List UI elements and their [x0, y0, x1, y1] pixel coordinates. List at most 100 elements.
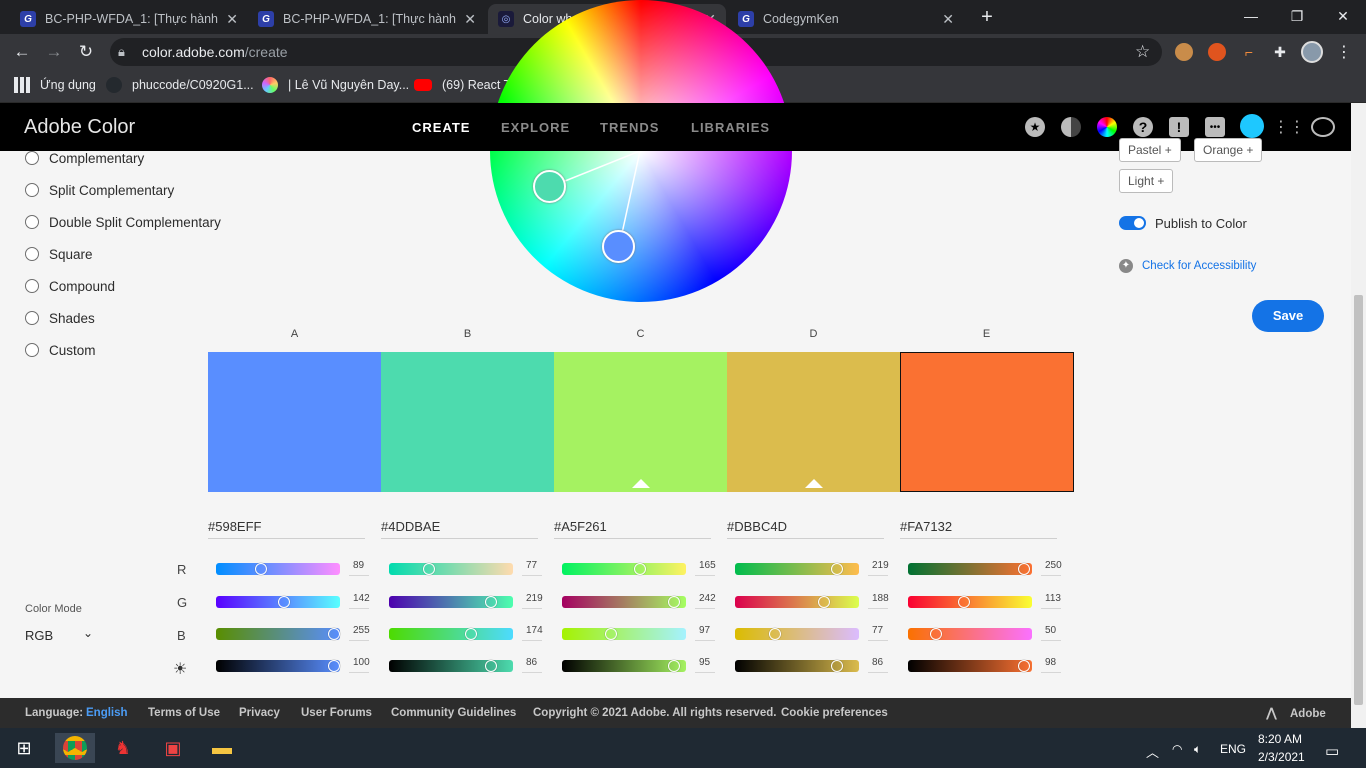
- color-wheel-icon[interactable]: [1097, 117, 1117, 137]
- dark-mode-icon[interactable]: [1061, 117, 1081, 137]
- channel-value[interactable]: 77: [872, 625, 883, 636]
- back-icon[interactable]: ←: [12, 42, 32, 62]
- channel-slider-g[interactable]: [908, 596, 1032, 608]
- guidelines-link[interactable]: Community Guidelines: [391, 707, 516, 719]
- extensions-puzzle-icon[interactable]: ✚: [1271, 43, 1289, 61]
- color-swatch[interactable]: [554, 352, 727, 492]
- channel-value[interactable]: 219: [872, 560, 889, 571]
- user-avatar[interactable]: [1240, 114, 1264, 138]
- lock-icon[interactable]: 🔒︎: [118, 44, 125, 60]
- feedback-icon[interactable]: !: [1169, 117, 1189, 137]
- hex-value-field[interactable]: #DBBC4D: [727, 519, 787, 534]
- volume-icon[interactable]: 🔈︎: [1194, 742, 1201, 757]
- url-text[interactable]: color.adobe.com/create: [142, 44, 288, 60]
- channel-slider-b[interactable]: [216, 628, 340, 640]
- radio-square[interactable]: [25, 247, 39, 261]
- channel-slider-brightness[interactable]: [908, 660, 1032, 672]
- channel-slider-r[interactable]: [908, 563, 1032, 575]
- cookie-extension-icon[interactable]: [1175, 43, 1193, 61]
- input-language[interactable]: ENG: [1220, 742, 1246, 756]
- hex-value-field[interactable]: #A5F261: [554, 519, 607, 534]
- channel-value[interactable]: 165: [699, 560, 716, 571]
- clock-date[interactable]: 2/3/2021: [1258, 750, 1305, 764]
- close-tab-icon[interactable]: ✕: [226, 11, 238, 28]
- garena-icon[interactable]: ♞: [103, 733, 143, 763]
- close-window-icon[interactable]: ✕: [1320, 4, 1366, 28]
- restore-icon[interactable]: ❐: [1274, 4, 1320, 28]
- channel-value[interactable]: 86: [872, 657, 883, 668]
- channel-slider-b[interactable]: [562, 628, 686, 640]
- nav-create[interactable]: CREATE: [412, 120, 470, 135]
- slider-handle[interactable]: [1017, 563, 1030, 575]
- tray-chevron-up-icon[interactable]: ︿: [1146, 742, 1159, 761]
- chrome-taskbar-icon[interactable]: [55, 733, 95, 763]
- channel-value[interactable]: 113: [1045, 593, 1061, 604]
- creative-cloud-icon[interactable]: [1311, 117, 1335, 137]
- cookie-link[interactable]: Cookie preferences: [781, 707, 888, 719]
- minimize-icon[interactable]: —: [1228, 4, 1274, 28]
- channel-value[interactable]: 89: [353, 560, 364, 571]
- wheel-handle-a[interactable]: [602, 230, 635, 263]
- language-link[interactable]: English: [86, 707, 128, 719]
- forums-link[interactable]: User Forums: [301, 707, 372, 719]
- extension-icon[interactable]: [1208, 43, 1226, 61]
- channel-value[interactable]: 255: [353, 625, 370, 636]
- channel-slider-g[interactable]: [735, 596, 859, 608]
- publish-toggle[interactable]: [1119, 216, 1146, 230]
- slider-handle[interactable]: [929, 628, 942, 640]
- channel-slider-brightness[interactable]: [216, 660, 340, 672]
- browser-tab[interactable]: G BC-PHP-WFDA_1: [Thực hành] Sử ✕: [248, 4, 486, 34]
- channel-slider-brightness[interactable]: [562, 660, 686, 672]
- close-tab-icon[interactable]: ✕: [464, 11, 476, 28]
- channel-value[interactable]: 50: [1045, 625, 1056, 636]
- apps-grid-icon[interactable]: ⋮⋮: [1273, 117, 1305, 137]
- color-swatch[interactable]: [208, 352, 381, 492]
- color-swatch[interactable]: [727, 352, 900, 492]
- slider-handle[interactable]: [768, 628, 781, 640]
- app-icon[interactable]: ▣: [153, 733, 193, 763]
- channel-value[interactable]: 250: [1045, 560, 1062, 571]
- hex-value-field[interactable]: #FA7132: [900, 519, 952, 534]
- save-button[interactable]: Save: [1252, 300, 1324, 332]
- channel-value[interactable]: 100: [353, 657, 370, 668]
- favorites-star-icon[interactable]: ★: [1025, 117, 1045, 137]
- hex-value-field[interactable]: #4DDBAE: [381, 519, 440, 534]
- channel-value[interactable]: 242: [699, 593, 716, 604]
- slider-handle[interactable]: [957, 596, 970, 608]
- nav-explore[interactable]: EXPLORE: [501, 120, 570, 135]
- terms-link[interactable]: Terms of Use: [148, 707, 220, 719]
- color-swatch[interactable]: [381, 352, 554, 492]
- windows-start-icon[interactable]: ⊞: [4, 733, 44, 763]
- channel-value[interactable]: 95: [699, 657, 710, 668]
- radio-shades[interactable]: [25, 311, 39, 325]
- notifications-icon[interactable]: ▭: [1325, 742, 1339, 760]
- nav-trends[interactable]: TRENDS: [600, 120, 659, 135]
- wifi-icon[interactable]: ◠: [1172, 742, 1182, 756]
- radio-complementary[interactable]: [25, 151, 39, 165]
- menu-kebab-icon[interactable]: ⋮: [1336, 42, 1352, 62]
- slider-handle[interactable]: [255, 563, 268, 575]
- bookmark-item[interactable]: | Lê Vũ Nguyên Day...: [262, 77, 409, 93]
- channel-slider-b[interactable]: [735, 628, 859, 640]
- reload-icon[interactable]: ↻: [76, 42, 96, 62]
- channel-slider-r[interactable]: [562, 563, 686, 575]
- radio-custom[interactable]: [25, 343, 39, 357]
- brand-logo[interactable]: Adobe Color: [24, 116, 135, 139]
- nav-libraries[interactable]: LIBRARIES: [691, 120, 770, 135]
- bookmark-star-icon[interactable]: ☆: [1135, 42, 1150, 62]
- slider-handle[interactable]: [422, 563, 435, 575]
- scrollbar[interactable]: [1351, 103, 1366, 728]
- file-explorer-icon[interactable]: ▬: [202, 733, 242, 763]
- slider-handle[interactable]: [1017, 660, 1030, 672]
- channel-value[interactable]: 86: [526, 657, 537, 668]
- privacy-link[interactable]: Privacy: [239, 707, 280, 719]
- tag-chip[interactable]: Orange +: [1194, 138, 1263, 162]
- radio-double-split-complementary[interactable]: [25, 215, 39, 229]
- channel-value[interactable]: 188: [872, 593, 889, 604]
- radio-compound[interactable]: [25, 279, 39, 293]
- forward-icon[interactable]: →: [44, 42, 64, 62]
- channel-value[interactable]: 142: [353, 593, 370, 604]
- tag-chip[interactable]: Light +: [1119, 169, 1174, 193]
- clock-time[interactable]: 8:20 AM: [1258, 732, 1302, 746]
- tag-chip[interactable]: Pastel +: [1119, 138, 1181, 162]
